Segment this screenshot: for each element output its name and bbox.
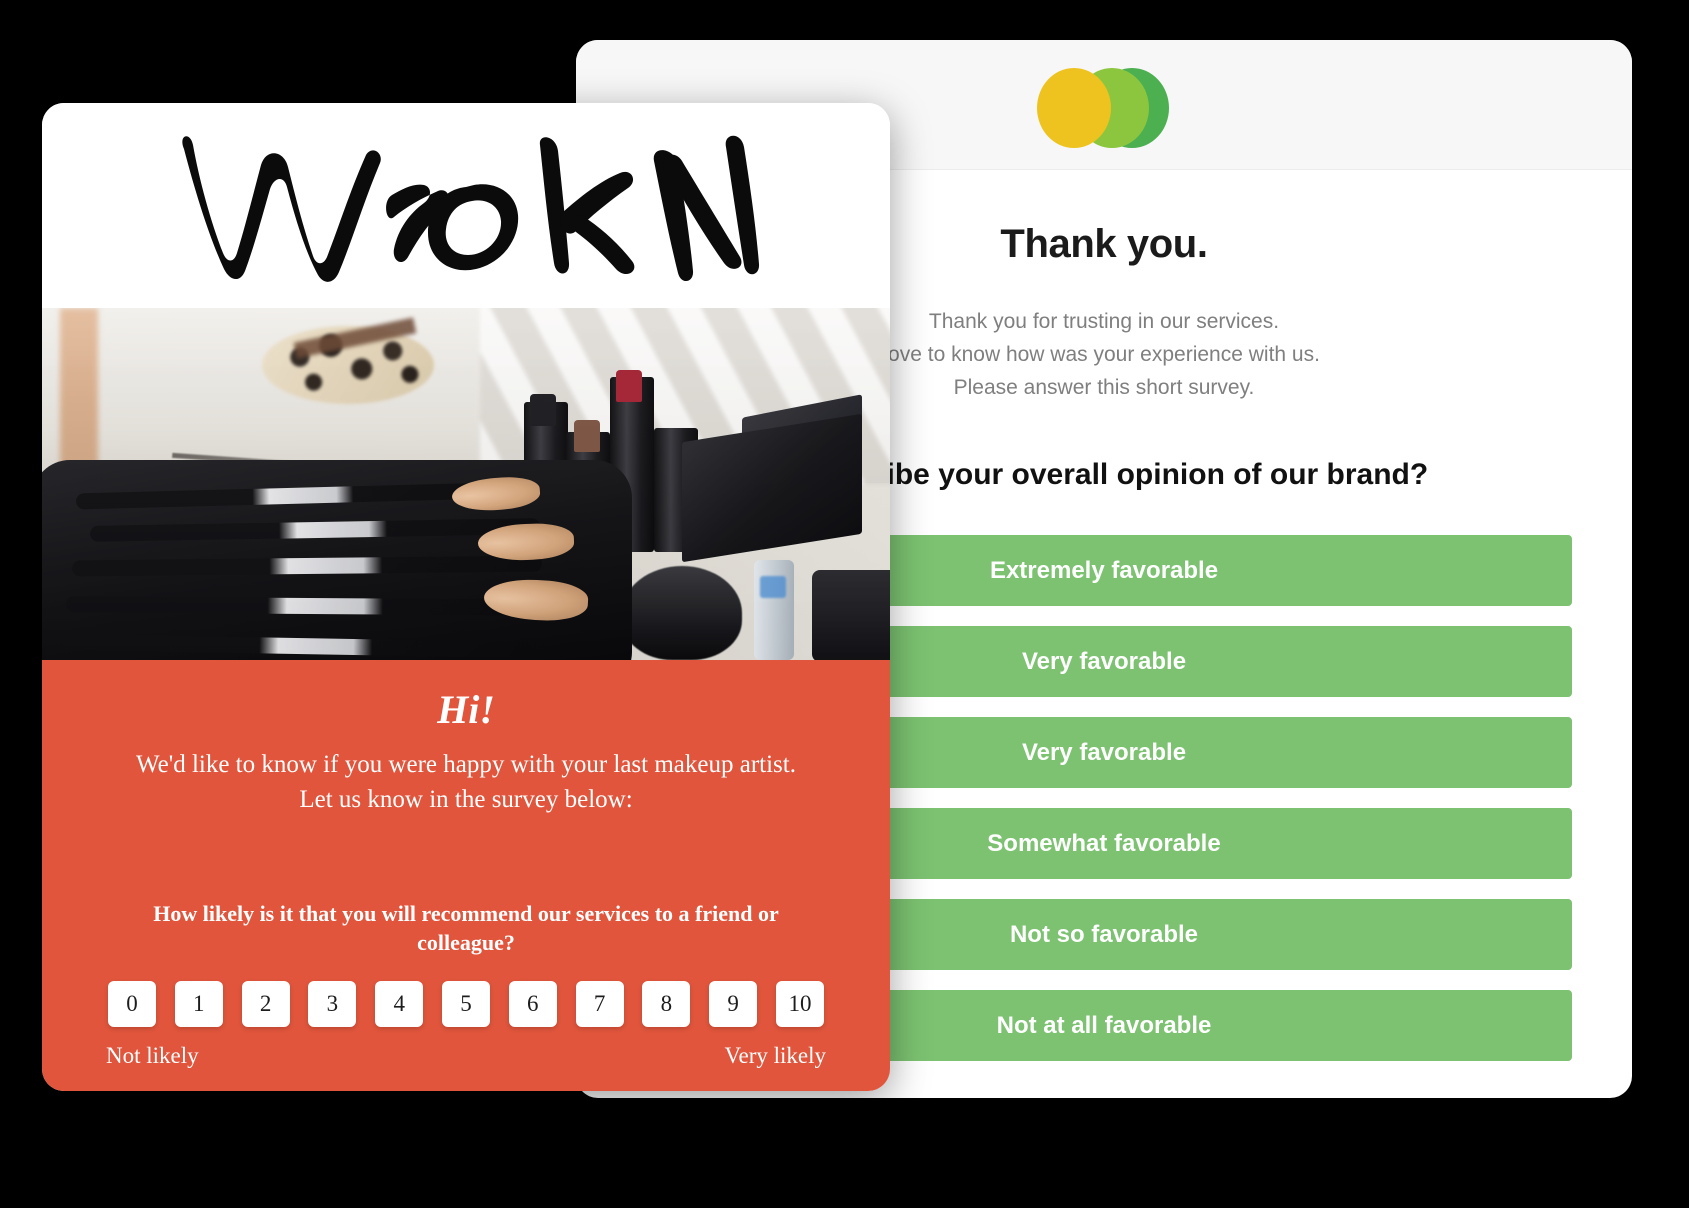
answer-label: Extremely favorable: [989, 556, 1219, 584]
worn-intro-card: Hi! We'd like to know if you were happy …: [42, 103, 890, 1091]
nps-option-5[interactable]: 5: [441, 981, 490, 1027]
nps-scale-row: 0 1 2 3 4 5 6 7 8 9 10: [90, 981, 842, 1027]
nps-option-3[interactable]: 3: [308, 981, 357, 1027]
intro-line-1: We'd like to know if you were happy with…: [136, 751, 796, 778]
photo-overlay: [42, 308, 890, 660]
nps-scale-labels: Not likely Very likely: [90, 1043, 842, 1069]
answer-label: Not at all favorable: [996, 1011, 1212, 1039]
answer-label: Not so favorable: [1009, 920, 1199, 948]
nps-label-low: Not likely: [106, 1043, 199, 1068]
makeup-hero-photo: [42, 308, 890, 660]
three-circles-logo-icon: [1037, 68, 1171, 148]
answer-label: Very favorable: [1021, 738, 1187, 766]
nps-option-4[interactable]: 4: [375, 981, 424, 1027]
logo-circle-yellow: [1037, 68, 1111, 148]
answer-label: Somewhat favorable: [987, 829, 1221, 857]
screenshot-stage: Thank you. Thank you for trusting in our…: [0, 0, 1689, 1208]
nps-question-text: How likely is it that you will recommend…: [153, 901, 779, 955]
nps-option-7[interactable]: 7: [575, 981, 624, 1027]
greeting-title: Hi!: [437, 687, 495, 732]
intro-line-2: Let us know in the survey below:: [299, 786, 633, 813]
nps-option-0[interactable]: 0: [108, 981, 156, 1027]
nps-label-high: Very likely: [724, 1043, 826, 1068]
nps-option-1[interactable]: 1: [174, 981, 223, 1027]
nps-option-2[interactable]: 2: [241, 981, 290, 1027]
nps-option-9[interactable]: 9: [709, 981, 758, 1027]
worn-logo-area: [42, 103, 890, 308]
nps-option-10[interactable]: 10: [775, 981, 824, 1027]
worn-brush-script-logo-icon: [182, 135, 760, 282]
nps-option-8[interactable]: 8: [642, 981, 691, 1027]
nps-option-6[interactable]: 6: [508, 981, 557, 1027]
answer-label: Very favorable: [1021, 647, 1187, 675]
nps-survey-panel: Hi! We'd like to know if you were happy …: [42, 660, 890, 1091]
